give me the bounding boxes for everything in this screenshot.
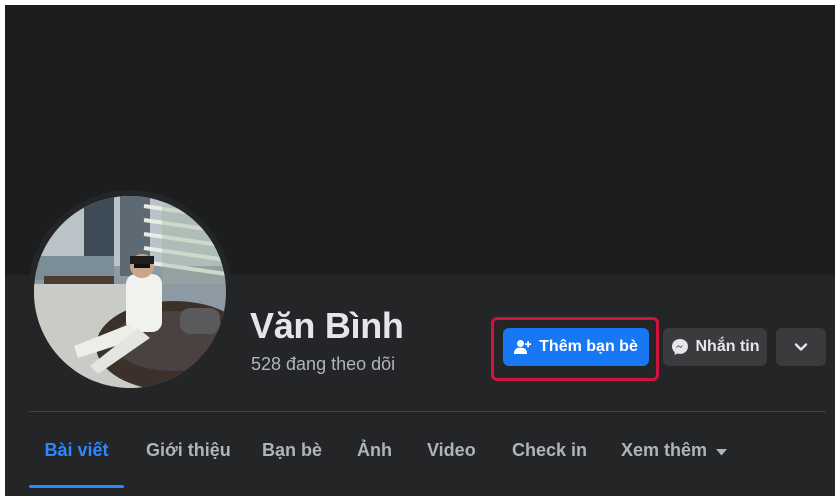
chevron-down-icon [794,342,808,352]
messenger-icon [671,338,689,356]
active-tab-indicator [29,485,124,488]
tab-check-ins[interactable]: Check in [512,412,587,488]
tab-friends[interactable]: Bạn bè [262,412,322,488]
avatar[interactable] [34,196,226,388]
tab-label: Bạn bè [262,439,323,460]
add-friend-button[interactable]: Thêm bạn bè [503,328,649,366]
tab-label: Bài viết [44,439,109,460]
tab-videos[interactable]: Video [427,412,476,488]
avatar-photo [34,196,226,388]
tab-photos[interactable]: Ảnh [357,412,392,488]
follower-count[interactable]: 528 đang theo dõi [251,354,395,375]
tab-label: Xem thêm [621,439,708,460]
person-add-icon [514,339,532,355]
more-options-button[interactable] [776,328,826,366]
profile-name: Văn Bình [250,305,404,346]
tab-label: Video [427,439,476,460]
message-button[interactable]: Nhắn tin [663,328,767,366]
tab-label: Ảnh [357,439,392,460]
tab-label: Giới thiệu [146,439,231,460]
tab-label: Check in [512,439,588,460]
caret-down-icon [716,440,728,461]
profile-tabs: Bài viết Giới thiệu Bạn bè Ảnh Video Che… [29,412,826,488]
tab-see-more[interactable]: Xem thêm [621,412,728,488]
profile-page: Văn Bình 528 đang theo dõi Thêm bạn bè N… [5,5,835,496]
add-friend-label: Thêm bạn bè [539,338,638,355]
tab-posts[interactable]: Bài viết [29,412,124,488]
message-label: Nhắn tin [695,338,760,355]
tab-about[interactable]: Giới thiệu [146,412,231,488]
